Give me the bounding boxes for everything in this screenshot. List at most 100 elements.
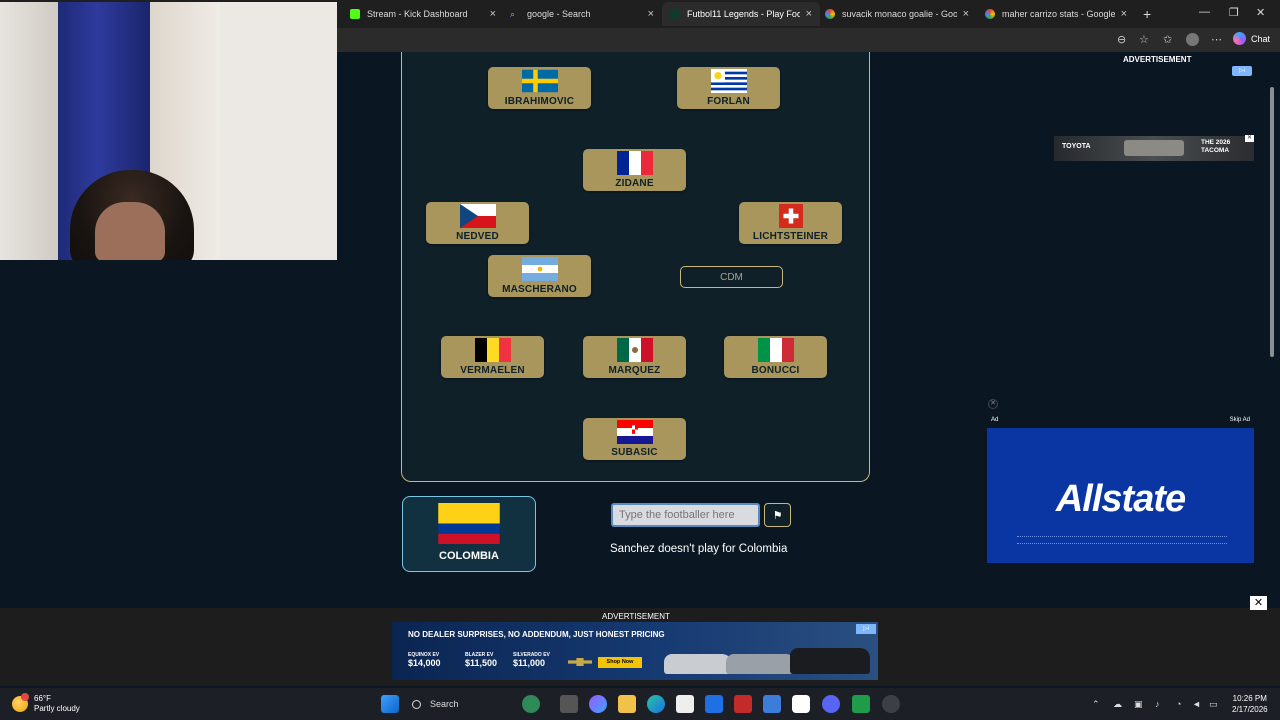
close-tab-icon[interactable]: ×: [963, 8, 969, 20]
toyota-banner-ad[interactable]: TOYOTA THE 2026 TACOMA: [1054, 136, 1254, 161]
profile-avatar-icon[interactable]: [1186, 33, 1199, 46]
task-view-icon[interactable]: [560, 695, 578, 713]
tab-title: maher carrizo stats - Google Sear: [1002, 9, 1115, 19]
new-tab-icon[interactable]: +: [1143, 6, 1151, 22]
close-bottom-ad-icon[interactable]: ✕: [1250, 596, 1267, 610]
app-icon[interactable]: [792, 695, 810, 713]
minimize-icon[interactable]: —: [1199, 6, 1210, 18]
tab-futbol11[interactable]: Futbol11 Legends - Play Football ×: [662, 2, 820, 26]
czechia-flag-icon: [459, 204, 496, 228]
kick-icon: [350, 9, 360, 19]
weather-temp: 66°F: [34, 694, 51, 703]
shop-now-button[interactable]: Shop Now: [598, 657, 642, 668]
player-name: MARQUEZ: [608, 365, 661, 376]
more-menu-icon[interactable]: ⋯: [1211, 33, 1222, 46]
footballer-input[interactable]: [611, 503, 760, 527]
close-tab-icon[interactable]: ×: [490, 8, 496, 20]
favorites-icon[interactable]: ✩: [1163, 33, 1172, 46]
tab-google-monaco[interactable]: suvacik monaco goalie - Google S ×: [817, 2, 977, 26]
ad-fine-print: [1017, 536, 1227, 544]
store-icon[interactable]: [676, 695, 694, 713]
sweden-flag-icon: [521, 69, 558, 93]
tab-title: Futbol11 Legends - Play Football: [687, 9, 800, 19]
tray-app-icon[interactable]: ▣: [1134, 699, 1143, 710]
tab-title: google - Search: [527, 9, 591, 19]
wifi-icon[interactable]: ◔: [1176, 699, 1181, 709]
page-scrollbar[interactable]: [1268, 52, 1276, 608]
empty-slot-cdm[interactable]: CDM: [680, 266, 783, 288]
weather-desc: Partly cloudy: [34, 704, 80, 713]
player-card-zidane: ZIDANE: [583, 149, 686, 191]
vscode-icon[interactable]: [705, 695, 723, 713]
france-flag-icon: [616, 151, 653, 175]
player-card-bonucci: BONUCCI: [724, 336, 827, 378]
tab-google-carrizo[interactable]: maher carrizo stats - Google Sear ×: [977, 2, 1135, 26]
ad-label: ADVERTISEMENT: [1123, 55, 1192, 64]
argentina-flag-icon: [521, 257, 558, 281]
close-video-ad-icon[interactable]: ✕: [988, 399, 998, 409]
favorite-star-icon[interactable]: ☆: [1139, 33, 1149, 46]
google-icon: [825, 9, 835, 19]
player-name: VERMAELEN: [460, 365, 525, 376]
clock-date: 2/17/2026: [1232, 705, 1268, 714]
windows-start-icon[interactable]: [381, 695, 399, 713]
obs-icon[interactable]: [882, 695, 900, 713]
copilot-icon[interactable]: [589, 695, 607, 713]
formation-pitch: IBRAHIMOVIC FORLAN ZIDANE NEDVED LICHTST…: [401, 52, 870, 482]
microphone-icon[interactable]: ♪: [1155, 699, 1160, 709]
volume-icon[interactable]: ◄: [1192, 699, 1201, 709]
copilot-chat-button[interactable]: Chat: [1233, 32, 1270, 45]
skip-ad-button[interactable]: Skip Ad: [1230, 417, 1250, 423]
offer-blazer: BLAZER EV $11,500: [465, 652, 517, 668]
current-country-card: COLOMBIA: [402, 496, 536, 572]
chevrolet-banner-ad[interactable]: NO DEALER SURPRISES, NO ADDENDUM, JUST H…: [392, 622, 878, 680]
search-icon: ⌕: [510, 9, 516, 19]
discord-icon[interactable]: [822, 695, 840, 713]
reader-icon[interactable]: ⊖: [1117, 33, 1126, 46]
mexico-flag-icon: [616, 338, 653, 362]
adchoices-icon[interactable]: ▷i: [856, 624, 876, 634]
player-name: FORLAN: [707, 96, 750, 107]
video-ad-body: Allstate: [987, 428, 1254, 563]
clock-time: 10:26 PM: [1232, 694, 1267, 703]
mail-icon[interactable]: [763, 695, 781, 713]
weather-icon: [12, 693, 29, 712]
battery-icon[interactable]: ▭: [1209, 699, 1218, 710]
ad-tag: Ad: [991, 417, 999, 423]
truck-image: [790, 648, 870, 674]
close-window-icon[interactable]: ✕: [1256, 6, 1265, 19]
cloud-icon[interactable]: ☁: [1113, 699, 1122, 710]
tray-chevron-icon[interactable]: ⌃: [1092, 699, 1100, 710]
adchoices-icon[interactable]: ▷i: [1232, 66, 1252, 76]
video-ad-header: Ad Skip Ad: [987, 412, 1254, 428]
player-card-marquez: MARQUEZ: [583, 336, 686, 378]
belgium-flag-icon: [474, 338, 511, 362]
scrollbar-thumb[interactable]: [1270, 87, 1274, 357]
italy-flag-icon: [757, 338, 794, 362]
player-name: LICHTSTEINER: [752, 231, 829, 242]
give-up-button[interactable]: ⚑: [764, 503, 791, 527]
player-card-ibrahimovic: IBRAHIMOVIC: [488, 67, 591, 109]
player-name: NEDVED: [456, 231, 499, 242]
video-ad[interactable]: Ad Skip Ad Allstate: [987, 412, 1254, 563]
close-tab-icon[interactable]: ×: [806, 8, 812, 20]
player-name: BONUCCI: [751, 365, 800, 376]
close-tab-icon[interactable]: ×: [648, 8, 654, 20]
edge-browser-icon[interactable]: [647, 695, 665, 713]
player-name: SUBASIC: [611, 447, 658, 458]
webcam-face: [95, 202, 165, 260]
weather-widget[interactable]: 66°F Partly cloudy: [12, 693, 80, 714]
close-icon[interactable]: ✕: [1245, 135, 1254, 142]
maximize-icon[interactable]: ❐: [1229, 6, 1239, 19]
tab-kick-dashboard[interactable]: Stream - Kick Dashboard ×: [342, 2, 504, 26]
webcam-curtain: [0, 2, 60, 260]
system-clock[interactable]: 10:26 PM 2/17/2026: [1232, 693, 1268, 715]
file-explorer-icon[interactable]: [618, 695, 636, 713]
close-tab-icon[interactable]: ×: [1121, 8, 1127, 20]
widget-icon[interactable]: [522, 695, 540, 713]
truck-image: [1124, 140, 1184, 156]
excel-icon[interactable]: [852, 695, 870, 713]
mcafee-icon[interactable]: [734, 695, 752, 713]
tab-google-search[interactable]: ⌕ google - Search ×: [502, 2, 662, 26]
cars-image: [664, 638, 874, 678]
